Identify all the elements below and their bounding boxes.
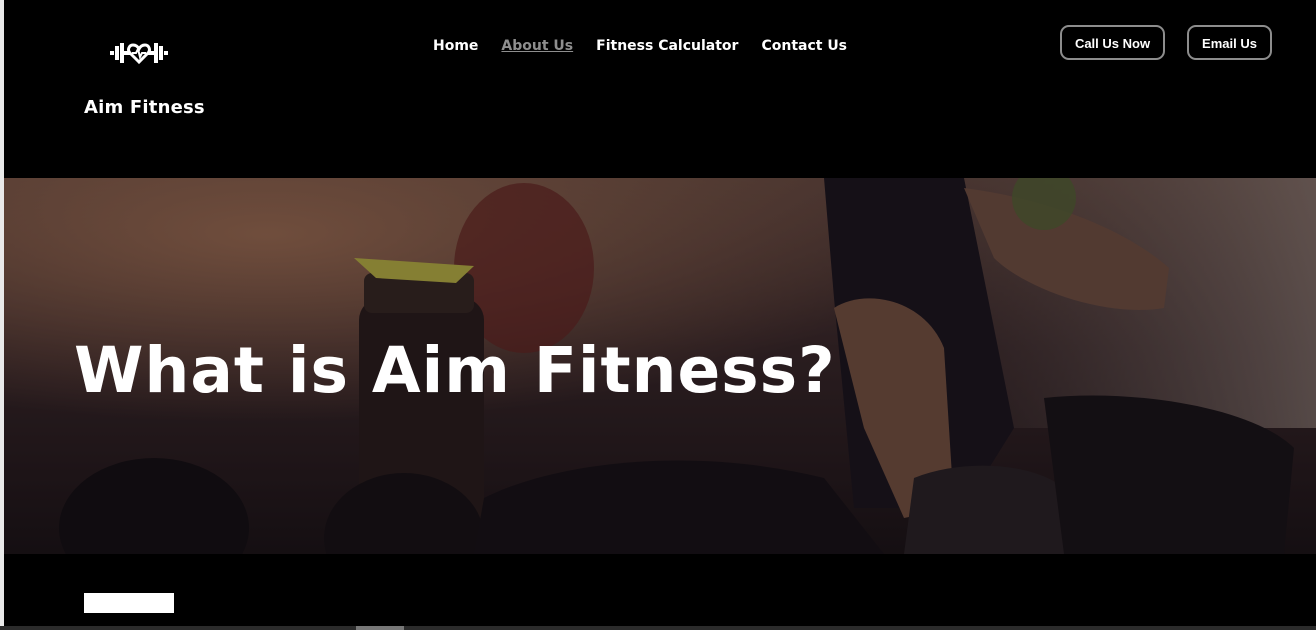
brand-name[interactable]: Aim Fitness (84, 97, 205, 118)
nav-item-home[interactable]: Home (433, 37, 478, 55)
hero-title: What is Aim Fitness? (74, 334, 836, 407)
nav-item-fitness-calculator[interactable]: Fitness Calculator (596, 37, 738, 55)
nav-item-about-us[interactable]: About Us (501, 37, 573, 55)
content-placeholder-block (84, 593, 174, 613)
dumbbell-heart-icon[interactable] (108, 38, 170, 68)
email-us-button[interactable]: Email Us (1187, 25, 1272, 60)
call-us-now-button[interactable]: Call Us Now (1060, 25, 1165, 60)
main-nav: Home About Us Fitness Calculator Contact… (433, 37, 847, 55)
hero-banner: What is Aim Fitness? (4, 178, 1316, 554)
horizontal-scrollbar[interactable] (0, 626, 1316, 630)
nav-item-contact-us[interactable]: Contact Us (761, 37, 847, 55)
page: Aim Fitness Home About Us Fitness Calcul… (0, 0, 1316, 630)
scrollbar-thumb[interactable] (356, 626, 404, 630)
